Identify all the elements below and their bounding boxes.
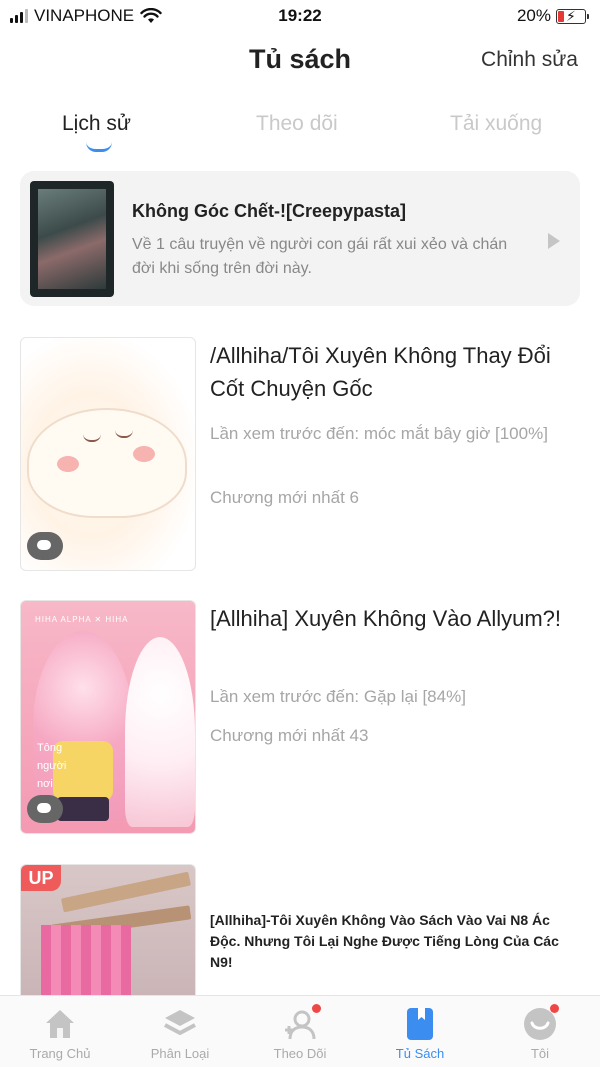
recent-book-description: Về 1 câu truyện về người con gái rất xui… — [132, 236, 508, 277]
status-bar: VINAPHONE 19:22 20% ⚡ — [0, 0, 600, 32]
bottom-nav: Trang Chủ Phân Loại Theo Dõi Tủ Sách Tôi — [0, 995, 600, 1067]
update-badge: UP — [21, 865, 61, 891]
nav-home[interactable]: Trang Chủ — [0, 996, 120, 1067]
nav-profile[interactable]: Tôi — [480, 996, 600, 1067]
tab-downloads[interactable]: Tải xuống — [450, 112, 542, 136]
tab-following[interactable]: Theo dõi — [256, 112, 338, 136]
nav-following-label: Theo Dõi — [273, 1046, 327, 1061]
nav-home-label: Trang Chủ — [29, 1046, 91, 1061]
book-last-read: Lần xem trước đến: Gặp lại [84%] — [210, 687, 466, 706]
book-cover: UP — [20, 864, 196, 1004]
tab-bar: Lịch sử Theo dõi Tải xuống — [0, 108, 600, 156]
bookshelf-icon — [402, 1006, 438, 1042]
book-last-read: Lần xem trước đến: móc mắt bây giờ [100%… — [210, 424, 548, 443]
edit-button[interactable]: Chỉnh sửa — [481, 48, 578, 72]
header: Tủ sách Chỉnh sửa — [0, 36, 600, 88]
nav-bookshelf-label: Tủ Sách — [395, 1046, 445, 1061]
nav-following[interactable]: Theo Dõi — [240, 996, 360, 1067]
notification-dot — [550, 1004, 559, 1013]
nav-bookshelf[interactable]: Tủ Sách — [360, 996, 480, 1067]
tab-history[interactable]: Lịch sử — [62, 112, 131, 136]
comment-icon — [27, 795, 63, 823]
nav-categories[interactable]: Phân Loại — [120, 996, 240, 1067]
tab-active-indicator — [86, 142, 112, 152]
nav-categories-label: Phân Loại — [150, 1046, 210, 1061]
status-time: 19:22 — [278, 6, 322, 25]
recent-reading-card[interactable]: Không Góc Chết-![Creepypasta] Về 1 câu t… — [20, 171, 580, 306]
book-title: /Allhiha/Tôi Xuyên Không Thay Đổi Cốt Ch… — [210, 343, 551, 401]
comment-icon — [27, 532, 63, 560]
book-cover: HIHA ALPHA ✕ HIHA Tông người nơi — [20, 600, 196, 834]
charging-icon: ⚡ — [566, 7, 576, 24]
layers-icon — [162, 1006, 198, 1042]
battery-icon: ⚡ — [556, 7, 589, 24]
profile-icon — [522, 1004, 559, 1042]
book-title: [Allhiha]-Tôi Xuyên Không Vào Sách Vào V… — [210, 912, 559, 970]
recent-book-title: Không Góc Chết-![Creepypasta] — [132, 201, 407, 221]
notification-dot — [312, 1004, 321, 1013]
play-icon[interactable] — [548, 233, 560, 249]
book-latest-chapter: Chương mới nhất 6 — [210, 488, 359, 507]
battery-percent: 20% — [516, 6, 551, 25]
battery-group: 20% ⚡ — [516, 6, 589, 26]
home-icon — [42, 1006, 78, 1042]
battery-fill — [558, 10, 564, 22]
recent-book-cover — [30, 181, 114, 297]
book-latest-chapter: Chương mới nhất 43 — [210, 726, 369, 745]
follow-icon — [282, 1004, 321, 1042]
book-cover — [20, 337, 196, 571]
book-title: [Allhiha] Xuyên Không Vào Allyum?! — [210, 606, 562, 631]
nav-profile-label: Tôi — [530, 1046, 550, 1061]
